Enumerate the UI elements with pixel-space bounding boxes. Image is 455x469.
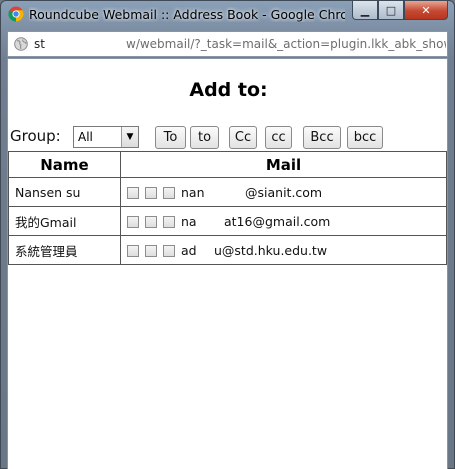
to-checkbox[interactable] bbox=[127, 244, 139, 257]
close-icon[interactable]: ✕ bbox=[404, 1, 448, 20]
chevron-down-icon[interactable]: ▼ bbox=[121, 127, 138, 147]
column-header-mail: Mail bbox=[120, 151, 447, 178]
contact-email: ad u@std.hku.edu.tw bbox=[181, 243, 328, 258]
table-row: Nansen su nan @sianit.com bbox=[8, 177, 447, 207]
cc-checkbox[interactable] bbox=[145, 186, 157, 199]
column-header-name: Name bbox=[8, 151, 121, 178]
bcc-checkbox[interactable] bbox=[163, 186, 175, 199]
globe-icon bbox=[14, 37, 28, 51]
title-bar[interactable]: Roundcube Webmail :: Address Book - Goog… bbox=[1, 1, 454, 29]
chrome-icon bbox=[8, 6, 24, 22]
bcc-checkbox[interactable] bbox=[163, 244, 175, 257]
page-title: Add to: bbox=[189, 79, 268, 101]
table-row: 系統管理員 ad u@std.hku.edu.tw bbox=[8, 235, 447, 265]
browser-window: Roundcube Webmail :: Address Book - Goog… bbox=[0, 0, 455, 469]
table-row: 我的Gmail na at16@gmail.com bbox=[8, 206, 447, 236]
cc-lower-button[interactable]: cc bbox=[265, 126, 292, 149]
bcc-upper-button[interactable]: Bcc bbox=[303, 126, 341, 149]
window-title: Roundcube Webmail :: Address Book - Goog… bbox=[29, 7, 345, 22]
window-controls: ▁ □ ✕ bbox=[352, 1, 448, 21]
bcc-lower-button[interactable]: bcc bbox=[347, 126, 383, 149]
table-header-row: Name Mail bbox=[8, 151, 447, 178]
to-checkbox[interactable] bbox=[127, 215, 139, 228]
contact-mail-cell: ad u@std.hku.edu.tw bbox=[120, 235, 447, 265]
address-book-table: Name Mail Nansen su nan @sianit.com 我的Gma… bbox=[8, 151, 447, 265]
group-select-value: All bbox=[78, 130, 93, 144]
contact-name: 我的Gmail bbox=[8, 206, 121, 236]
contact-mail-cell: na at16@gmail.com bbox=[120, 206, 447, 236]
contact-email: na at16@gmail.com bbox=[181, 214, 331, 229]
contact-email: nan @sianit.com bbox=[181, 185, 323, 200]
bcc-checkbox[interactable] bbox=[163, 215, 175, 228]
group-label: Group: bbox=[10, 127, 61, 145]
maximize-icon[interactable]: □ bbox=[378, 1, 404, 20]
minimize-icon[interactable]: ▁ bbox=[352, 1, 378, 20]
address-host: st bbox=[34, 37, 45, 51]
contact-mail-cell: nan @sianit.com bbox=[120, 177, 447, 207]
recipient-toolbar: Group: All ▼ To to Cc cc Bcc bcc bbox=[10, 125, 447, 149]
address-bar[interactable]: st w/webmail/?_task=mail&_action=plugin.… bbox=[7, 31, 448, 57]
cc-checkbox[interactable] bbox=[145, 215, 157, 228]
to-lower-button[interactable]: to bbox=[190, 126, 219, 149]
to-checkbox[interactable] bbox=[127, 186, 139, 199]
cc-upper-button[interactable]: Cc bbox=[229, 126, 257, 149]
page-content: Add to: Group: All ▼ To to Cc cc Bcc bcc… bbox=[7, 58, 448, 469]
contact-name: Nansen su bbox=[8, 177, 121, 207]
group-select[interactable]: All ▼ bbox=[73, 126, 139, 148]
cc-checkbox[interactable] bbox=[145, 244, 157, 257]
to-upper-button[interactable]: To bbox=[155, 126, 186, 149]
contact-name: 系統管理員 bbox=[8, 235, 121, 265]
address-path: w/webmail/?_task=mail&_action=plugin.lkk… bbox=[126, 37, 446, 51]
